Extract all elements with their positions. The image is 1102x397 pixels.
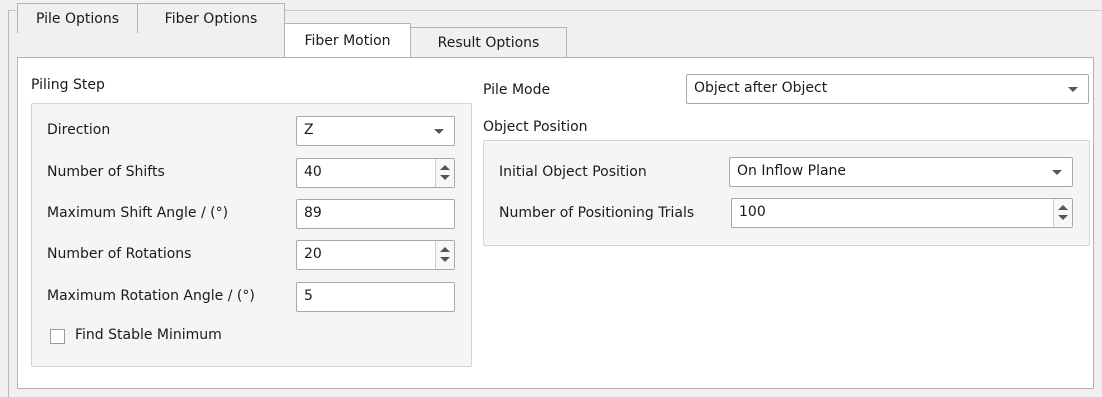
initial-position-label: Initial Object Position <box>499 164 647 180</box>
spin-buttons[interactable] <box>435 159 454 187</box>
rotations-label: Number of Rotations <box>47 246 192 262</box>
chevron-down-icon <box>1052 170 1062 175</box>
pile-mode-select[interactable]: Object after Object <box>686 74 1089 104</box>
spin-buttons[interactable] <box>1053 199 1072 227</box>
tab-label: Result Options <box>437 34 540 51</box>
tab-pile-options[interactable]: Pile Options <box>17 3 138 33</box>
max-shift-angle-input[interactable]: 89 <box>296 199 455 229</box>
chevron-down-icon <box>434 129 444 134</box>
find-stable-minimum-label: Find Stable Minimum <box>75 327 222 343</box>
chevron-down-icon <box>1068 87 1078 92</box>
tab-fiber-options[interactable]: Fiber Options <box>137 3 285 33</box>
direction-value: Z <box>304 122 314 138</box>
max-rotation-angle-value: 5 <box>304 288 313 304</box>
positioning-trials-spinbox[interactable]: 100 <box>731 198 1073 228</box>
pile-mode-label: Pile Mode <box>483 82 551 98</box>
object-position-group <box>483 140 1090 246</box>
direction-select[interactable]: Z <box>296 116 455 146</box>
direction-label: Direction <box>47 122 111 138</box>
max-rotation-angle-input[interactable]: 5 <box>296 282 455 312</box>
pile-mode-value: Object after Object <box>694 80 828 96</box>
piling-step-title: Piling Step <box>31 77 105 93</box>
tab-label: Pile Options <box>36 10 119 27</box>
positioning-trials-label: Number of Positioning Trials <box>499 205 695 221</box>
initial-position-select[interactable]: On Inflow Plane <box>729 157 1073 187</box>
shifts-value: 40 <box>304 164 322 180</box>
positioning-trials-value: 100 <box>739 204 766 220</box>
find-stable-minimum-checkbox[interactable] <box>50 329 65 344</box>
arrow-down-icon <box>1058 215 1068 220</box>
tab-label: Fiber Options <box>164 10 258 27</box>
object-position-title: Object Position <box>483 119 588 135</box>
rotations-value: 20 <box>304 246 322 262</box>
tab-label: Fiber Motion <box>304 32 391 49</box>
max-rotation-angle-label: Maximum Rotation Angle / (°) <box>47 288 255 304</box>
tab-fiber-motion[interactable]: Fiber Motion <box>284 23 411 57</box>
arrow-up-icon <box>440 165 450 170</box>
rotations-spinbox[interactable]: 20 <box>296 240 455 270</box>
initial-position-value: On Inflow Plane <box>737 163 847 179</box>
shifts-spinbox[interactable]: 40 <box>296 158 455 188</box>
max-shift-angle-label: Maximum Shift Angle / (°) <box>47 205 229 221</box>
max-shift-angle-value: 89 <box>304 205 322 221</box>
arrow-down-icon <box>440 175 450 180</box>
arrow-up-icon <box>440 247 450 252</box>
shifts-label: Number of Shifts <box>47 164 165 180</box>
arrow-down-icon <box>440 257 450 262</box>
spin-buttons[interactable] <box>435 241 454 269</box>
arrow-up-icon <box>1058 205 1068 210</box>
tab-result-options[interactable]: Result Options <box>410 27 567 57</box>
